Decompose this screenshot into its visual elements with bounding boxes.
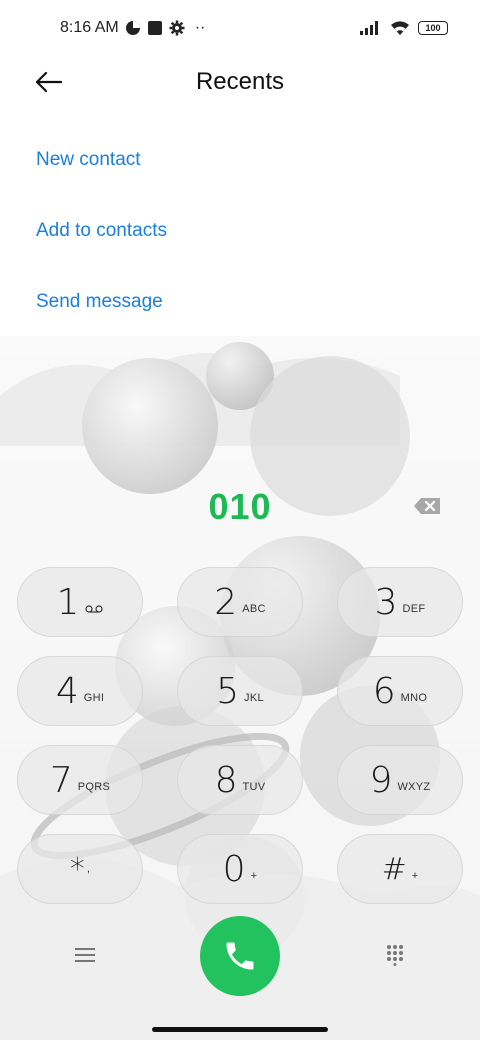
key-digit: * bbox=[69, 851, 85, 887]
gear-icon bbox=[169, 20, 185, 36]
key-digit: 2 bbox=[214, 581, 238, 623]
key-letters: + bbox=[250, 870, 258, 882]
header: Recents bbox=[0, 56, 480, 108]
key-letters: TUV bbox=[242, 781, 266, 793]
dialpad-toggle-button[interactable] bbox=[380, 940, 410, 970]
key-9[interactable]: 9 WXYZ bbox=[337, 745, 463, 815]
key-letters: ABC bbox=[242, 603, 266, 615]
arrow-left-icon bbox=[35, 71, 62, 93]
status-right: 100 bbox=[360, 20, 448, 36]
key-hash[interactable]: # + bbox=[337, 834, 463, 904]
voicemail-icon bbox=[85, 605, 104, 613]
key-digit: 1 bbox=[56, 581, 80, 623]
key-6[interactable]: 6 MNO bbox=[337, 656, 463, 726]
key-digit: 0 bbox=[222, 848, 246, 890]
signal-icon bbox=[360, 21, 382, 35]
key-digit: 4 bbox=[55, 670, 79, 712]
status-left: 8:16 AM ·· bbox=[60, 19, 205, 37]
backspace-button[interactable] bbox=[412, 494, 442, 518]
add-to-contacts-link[interactable]: Add to contacts bbox=[36, 209, 167, 280]
hamburger-icon bbox=[75, 948, 95, 962]
key-letters: , bbox=[86, 863, 91, 875]
key-digit: 9 bbox=[369, 759, 393, 801]
key-letters: WXYZ bbox=[397, 781, 431, 793]
key-2[interactable]: 2 ABC bbox=[177, 567, 303, 637]
key-8[interactable]: 8 TUV bbox=[177, 745, 303, 815]
square-icon bbox=[147, 20, 163, 36]
more-notifications: ·· bbox=[194, 19, 206, 36]
key-letters: + bbox=[411, 870, 419, 882]
key-4[interactable]: 4 GHI bbox=[17, 656, 143, 726]
key-letters: PQRS bbox=[77, 781, 111, 793]
home-indicator[interactable] bbox=[152, 1027, 328, 1032]
contact-actions: New contact Add to contacts Send message bbox=[36, 138, 167, 351]
key-digit: 5 bbox=[216, 670, 240, 712]
key-5[interactable]: 5 JKL bbox=[177, 656, 303, 726]
key-letters: MNO bbox=[400, 692, 428, 704]
data-saver-icon bbox=[125, 20, 141, 36]
key-letters: GHI bbox=[83, 692, 105, 704]
page-title: Recents bbox=[195, 68, 285, 95]
backspace-icon bbox=[414, 498, 440, 514]
status-time: 8:16 AM bbox=[60, 19, 119, 36]
phone-icon bbox=[226, 942, 254, 970]
key-digit: 8 bbox=[214, 759, 238, 801]
key-digit: 7 bbox=[49, 759, 73, 801]
dialpad-icon bbox=[387, 945, 403, 966]
key-digit: 3 bbox=[374, 581, 398, 623]
menu-button[interactable] bbox=[70, 940, 100, 970]
wifi-icon bbox=[390, 20, 410, 36]
key-digit: # bbox=[381, 851, 407, 887]
key-3[interactable]: 3 DEF bbox=[337, 567, 463, 637]
call-button[interactable] bbox=[200, 916, 280, 996]
send-message-link[interactable]: Send message bbox=[36, 280, 167, 351]
key-7[interactable]: 7 PQRS bbox=[17, 745, 143, 815]
dialed-number: 010 bbox=[208, 486, 272, 527]
new-contact-link[interactable]: New contact bbox=[36, 138, 167, 209]
battery-icon: 100 bbox=[418, 21, 448, 35]
key-0[interactable]: 0 + bbox=[177, 834, 303, 904]
back-button[interactable] bbox=[28, 64, 68, 100]
status-bar: 8:16 AM ·· 100 bbox=[0, 0, 480, 56]
battery-level: 100 bbox=[425, 23, 441, 33]
key-digit: 6 bbox=[372, 670, 396, 712]
key-1[interactable]: 1 bbox=[17, 567, 143, 637]
key-letters: JKL bbox=[244, 692, 264, 704]
key-letters: DEF bbox=[402, 603, 426, 615]
bottom-bar bbox=[0, 910, 480, 1000]
key-star[interactable]: * , bbox=[17, 834, 143, 904]
